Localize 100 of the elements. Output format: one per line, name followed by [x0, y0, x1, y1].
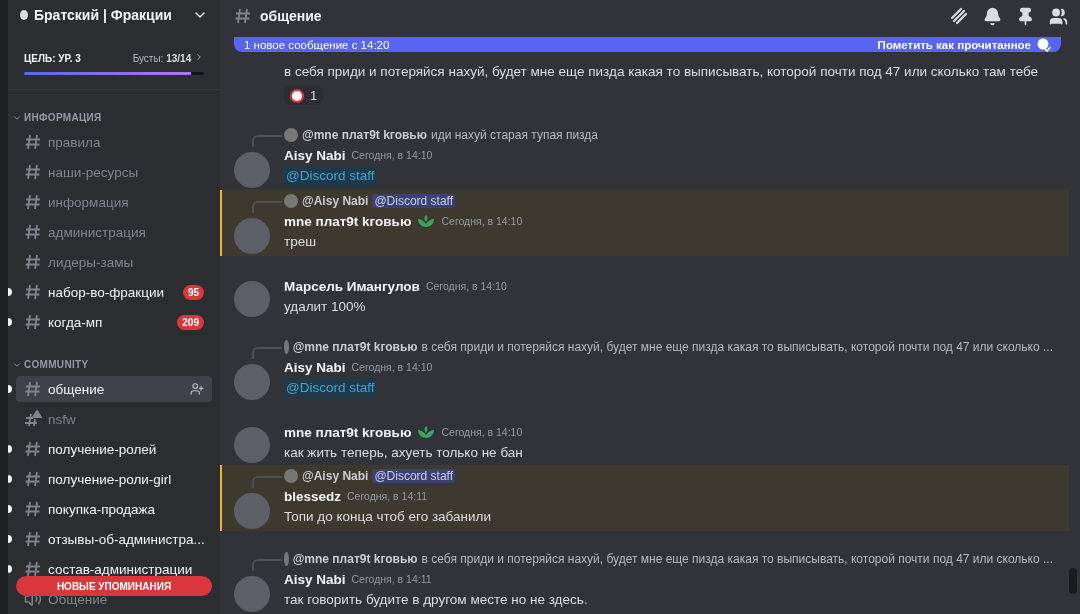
- boost-count[interactable]: Бусты: 13/14: [132, 52, 204, 64]
- reply-avatar: [284, 340, 289, 354]
- reply-connector: [252, 347, 282, 359]
- hash-icon: [234, 7, 252, 25]
- avatar[interactable]: [234, 218, 270, 254]
- mark-as-read-link[interactable]: Пометить как прочитанное: [877, 38, 1031, 51]
- hash-icon: [24, 530, 42, 548]
- reply-mention[interactable]: @Discord staff: [372, 469, 456, 483]
- hash-icon: [24, 283, 42, 301]
- ban-sign-icon: [290, 88, 304, 103]
- reply-author[interactable]: @mne плат9t kговью: [292, 340, 418, 354]
- timestamp: Сегодня, в 14:10: [351, 361, 433, 373]
- message-text: Топи до конца чтоб его забанили: [284, 508, 492, 526]
- new-messages-bar[interactable]: 1 новое сообщение с 14:20 Пометить как прочитанное: [234, 37, 1061, 52]
- threads-icon[interactable]: [949, 6, 969, 26]
- hash-icon: [24, 560, 42, 578]
- timestamp: Сегодня, в 14:11: [351, 573, 432, 585]
- new-messages-text: 1 новое сообщение с 14:20: [244, 38, 390, 51]
- mention-count: 95: [182, 284, 204, 300]
- members-icon[interactable]: [1049, 6, 1068, 26]
- avatar[interactable]: [234, 576, 270, 612]
- boost-goal: ЦЕЛЬ: УР. 3: [24, 52, 81, 64]
- message-text: так говорить будите в другом месте но не здесь.: [284, 591, 589, 609]
- hash-icon: [24, 223, 42, 241]
- reply-author[interactable]: @mne плат9t kговью: [302, 128, 427, 142]
- hash-icon: [24, 500, 42, 518]
- bell-icon[interactable]: [983, 6, 1002, 26]
- message-text: удалит 100%: [284, 298, 367, 316]
- hash-icon: [24, 440, 42, 458]
- message-text: треш: [284, 233, 318, 251]
- channel-item[interactable]: покупка-продажа: [16, 496, 212, 522]
- reply-connector: [252, 135, 282, 147]
- timestamp: Сегодня, в 14:11: [347, 490, 428, 502]
- chevron-right-icon[interactable]: [194, 52, 204, 62]
- avatar[interactable]: [234, 152, 270, 188]
- avatar[interactable]: [234, 427, 270, 463]
- channel-item[interactable]: получение-роли-girl: [16, 466, 212, 492]
- reply-author[interactable]: @Aisy Nabi: [302, 194, 369, 208]
- new-mentions-toast[interactable]: НОВЫЕ УПОМИНАНИЯ: [16, 576, 212, 596]
- hash-icon: [24, 193, 42, 211]
- channel-item[interactable]: общение: [16, 376, 212, 402]
- reply-avatar: [284, 128, 298, 142]
- avatar[interactable]: [234, 364, 270, 400]
- author-name[interactable]: mne плат9t kговью: [284, 424, 412, 440]
- reply-preview[interactable]: в себя приди и потеряйся нахуй, будет мне еще пизда какая то выписывать, которой почти под 47 или сколько ...: [421, 552, 1053, 566]
- server-name[interactable]: Братский | Фракции: [34, 7, 186, 23]
- pin-icon[interactable]: [1016, 6, 1035, 26]
- hash-icon: [24, 163, 42, 181]
- author-name[interactable]: Aisy Nabi: [284, 359, 346, 375]
- message-text: как жить теперь, ахуеть только не бан: [284, 444, 524, 462]
- channel-item[interactable]: администрация: [16, 219, 212, 245]
- author-name[interactable]: Марсель Имангулов: [284, 278, 420, 294]
- channel-item[interactable]: правила: [16, 129, 212, 155]
- hash-icon: [24, 470, 42, 488]
- reply-author[interactable]: @Aisy Nabi: [302, 469, 369, 483]
- reaction[interactable]: 1: [284, 86, 324, 105]
- reply-avatar: [284, 552, 289, 566]
- reply-avatar: [284, 194, 298, 208]
- role-mention[interactable]: @Discord staff: [284, 166, 377, 186]
- channel-item[interactable]: отзывы-об-администра...: [16, 526, 213, 552]
- author-name[interactable]: mne плат9t kговью: [284, 213, 412, 229]
- reply-avatar: [284, 469, 298, 483]
- reply-connector: [252, 476, 282, 488]
- channel-item[interactable]: набор-во-фракции 95: [16, 279, 212, 305]
- invite-icon[interactable]: [190, 382, 204, 396]
- avatar[interactable]: [234, 281, 270, 317]
- reply-preview[interactable]: в себя приди и потеряйся нахуй, будет мне еще пизда какая то выписывать, которой почти под 47 или сколько ...: [421, 340, 1053, 354]
- author-name[interactable]: Aisy Nabi: [284, 147, 346, 163]
- category-name[interactable]: COMMUNITY: [24, 359, 89, 370]
- scrollbar-thumb[interactable]: [1069, 568, 1077, 594]
- hash-icon: [24, 133, 42, 151]
- role-mention[interactable]: @Discord staff: [284, 378, 377, 398]
- reply-connector: [252, 559, 282, 571]
- channel-item[interactable]: наши-ресурсы: [16, 159, 212, 185]
- author-name[interactable]: Aisy Nabi: [284, 571, 346, 587]
- category-name[interactable]: ИНФОРМАЦИЯ: [24, 112, 102, 123]
- server-icon: [20, 10, 28, 20]
- channel-item[interactable]: nsfw: [16, 406, 212, 432]
- timestamp: Сегодня, в 14:10: [441, 426, 523, 438]
- reply-connector: [252, 201, 282, 213]
- channel-item[interactable]: получение-ролей: [16, 436, 212, 462]
- message-text: в себя приди и потеряйся нахуй, будет мне еще пизда какая то выписывать, которой почти под 47 или сколько там тебе: [284, 63, 1040, 81]
- channel-item[interactable]: информация: [16, 189, 212, 215]
- timestamp: Сегодня, в 14:10: [441, 215, 523, 227]
- hash-icon: [24, 380, 42, 398]
- leaf-badge-icon: [417, 214, 436, 228]
- hash-warning-icon: [24, 410, 42, 428]
- channel-item[interactable]: лидеры-замы: [16, 249, 212, 275]
- mention-count: 209: [177, 314, 204, 330]
- hash-icon: [24, 253, 42, 271]
- reply-preview[interactable]: иди нахуй старая тупая пизда: [431, 128, 599, 142]
- author-name[interactable]: blessedz: [284, 488, 342, 504]
- avatar[interactable]: [234, 493, 270, 529]
- reply-mention[interactable]: @Discord staff: [372, 194, 456, 208]
- timestamp: Сегодня, в 14:10: [351, 149, 433, 161]
- timestamp: Сегодня, в 14:10: [425, 280, 507, 292]
- chat-check-icon: [1037, 37, 1051, 52]
- reply-author[interactable]: @mne плат9t kговью: [292, 552, 418, 566]
- channel-item[interactable]: когда-мп 209: [16, 309, 212, 335]
- hash-icon: [24, 313, 42, 331]
